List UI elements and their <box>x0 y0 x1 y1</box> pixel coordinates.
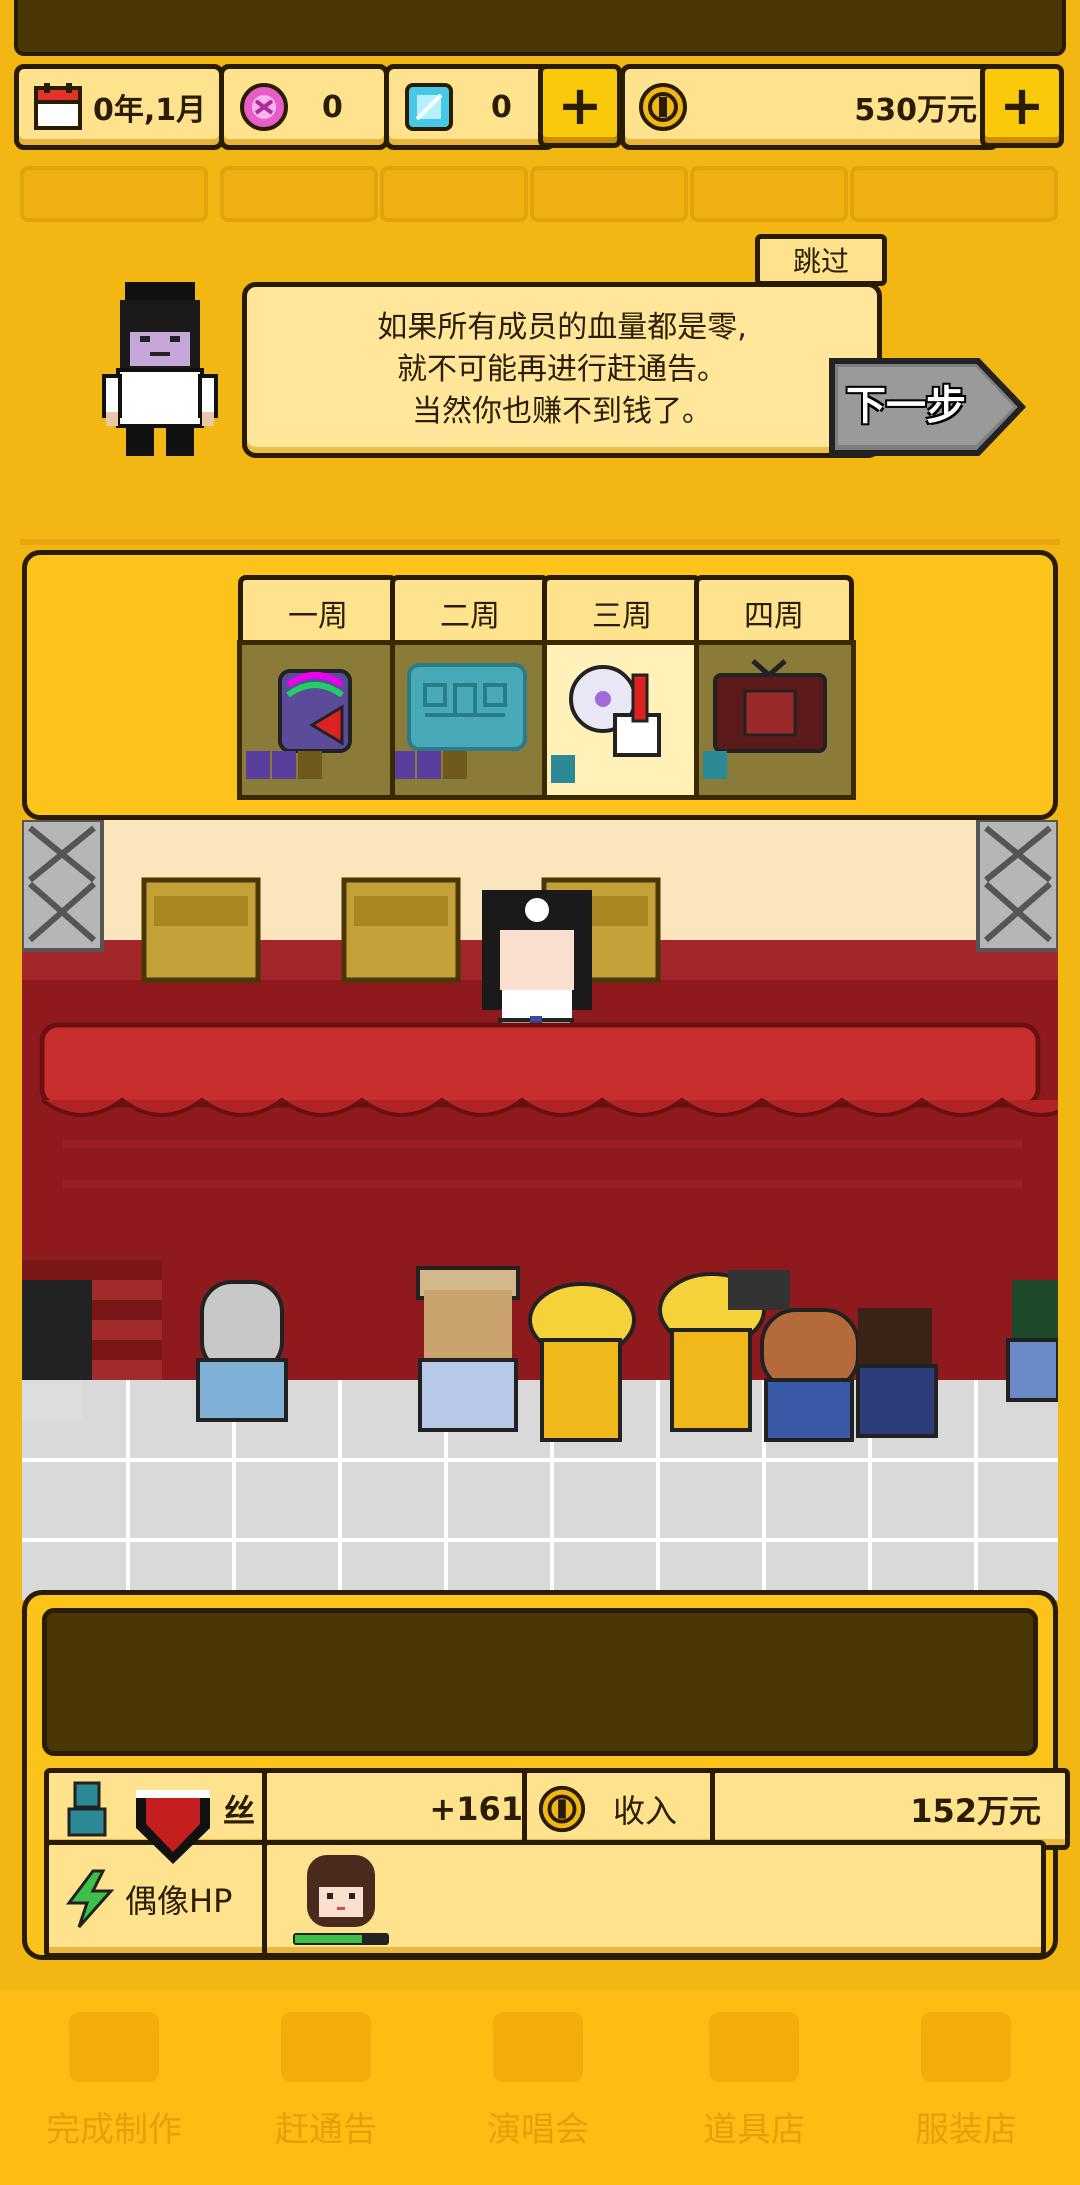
nav-schedule-label: 赶通告 <box>275 2110 377 2150</box>
date-text: 0年,1月 <box>93 93 207 128</box>
nav-item-shop-icon <box>709 2012 799 2082</box>
manager-npc-sprite <box>102 282 218 456</box>
tutorial-line-1: 如果所有成员的血量都是零, <box>377 310 747 345</box>
next-step-button[interactable]: 下一步 <box>828 355 1026 459</box>
week-2-card[interactable] <box>390 640 552 800</box>
income-value-cell: 152万元 <box>710 1768 1070 1850</box>
week-4-card[interactable] <box>694 640 856 800</box>
pink-gem-counter: 0 <box>219 64 389 150</box>
cd-sign-icon <box>551 665 661 783</box>
bottom-nav: 完成制作 赶通告 演唱会 道具店 服装店 <box>0 1990 1080 2185</box>
money-amount: 530万元 <box>854 93 977 128</box>
tab-week-3[interactable]: 三周 <box>542 575 702 646</box>
nav-costume-icon <box>921 2012 1011 2082</box>
idol-hp-entry <box>293 1851 389 1947</box>
tab-week-2[interactable]: 二周 <box>390 575 550 646</box>
calendar-icon <box>34 83 82 130</box>
idol-hp-label: 偶像HP <box>125 1882 233 1920</box>
week-1-card[interactable] <box>237 640 399 800</box>
income-label-cell: 收入 <box>522 1768 722 1850</box>
tutorial-dialog: 如果所有成员的血量都是零, 就不可能再进行赶通告。 当然你也赚不到钱了。 <box>242 282 882 458</box>
tv-icon <box>703 659 827 779</box>
skip-button[interactable]: 跳过 <box>755 234 887 286</box>
money-display: 530万元 <box>620 64 1000 150</box>
add-gems-button[interactable]: + <box>538 64 622 148</box>
date-display: 0年,1月 <box>14 64 224 150</box>
nav-concert[interactable]: 演唱会 <box>438 2000 638 2170</box>
nav-item-shop-label: 道具店 <box>703 2110 805 2150</box>
nav-costume-label: 服装店 <box>915 2110 1017 2150</box>
top-strip <box>14 0 1066 56</box>
add-money-button[interactable]: + <box>980 64 1064 148</box>
nav-schedule[interactable]: 赶通告 <box>226 2000 426 2170</box>
nav-item-shop[interactable]: 道具店 <box>654 2000 854 2170</box>
dimmed-toolbar <box>20 160 1060 222</box>
fan-person-icon <box>67 1781 107 1837</box>
idol-hp-bar-fill <box>295 1935 363 1943</box>
income-value: 152万元 <box>910 1792 1041 1830</box>
fans-label: 丝 <box>222 1792 255 1830</box>
message-box <box>42 1608 1038 1756</box>
nav-schedule-icon <box>281 2012 371 2082</box>
dance-icon <box>391 663 527 779</box>
stage-scene <box>22 820 1058 1600</box>
idol-hp-bar <box>293 1933 389 1945</box>
tutorial-line-2: 就不可能再进行赶通告。 <box>396 352 727 387</box>
fans-value: +161 <box>429 1790 523 1828</box>
tutorial-pointer-icon <box>136 1790 210 1864</box>
tab-week-4[interactable]: 四周 <box>694 575 854 646</box>
blue-gem-counter: 0 <box>384 64 556 150</box>
pink-gem-count: 0 <box>322 89 343 125</box>
nav-concert-label: 演唱会 <box>487 2110 589 2150</box>
lightning-icon <box>66 1869 115 1928</box>
blue-gem-icon <box>405 83 453 131</box>
coin-icon <box>639 83 687 131</box>
blue-gem-count: 0 <box>491 89 512 125</box>
nav-finish-label: 完成制作 <box>46 2110 182 2150</box>
pink-gem-icon <box>240 83 288 131</box>
idol-hp-list <box>262 1840 1046 1958</box>
income-label: 收入 <box>613 1792 678 1830</box>
status-bar: 0年,1月 0 0 + 530万元 + <box>14 64 1066 150</box>
music-icon <box>246 669 352 779</box>
tutorial-line-3: 当然你也赚不到钱了。 <box>411 394 712 429</box>
nav-costume-shop[interactable]: 服装店 <box>866 2000 1066 2170</box>
next-step-label: 下一步 <box>846 383 966 429</box>
tab-week-1[interactable]: 一周 <box>238 575 398 646</box>
fans-value-cell: +161 <box>262 1768 546 1850</box>
nav-concert-icon <box>493 2012 583 2082</box>
coin-icon <box>538 1785 586 1833</box>
divider <box>20 505 1060 545</box>
nav-finish-icon <box>69 2012 159 2082</box>
week-3-card[interactable] <box>542 640 704 800</box>
nav-finish-production[interactable]: 完成制作 <box>14 2000 214 2170</box>
